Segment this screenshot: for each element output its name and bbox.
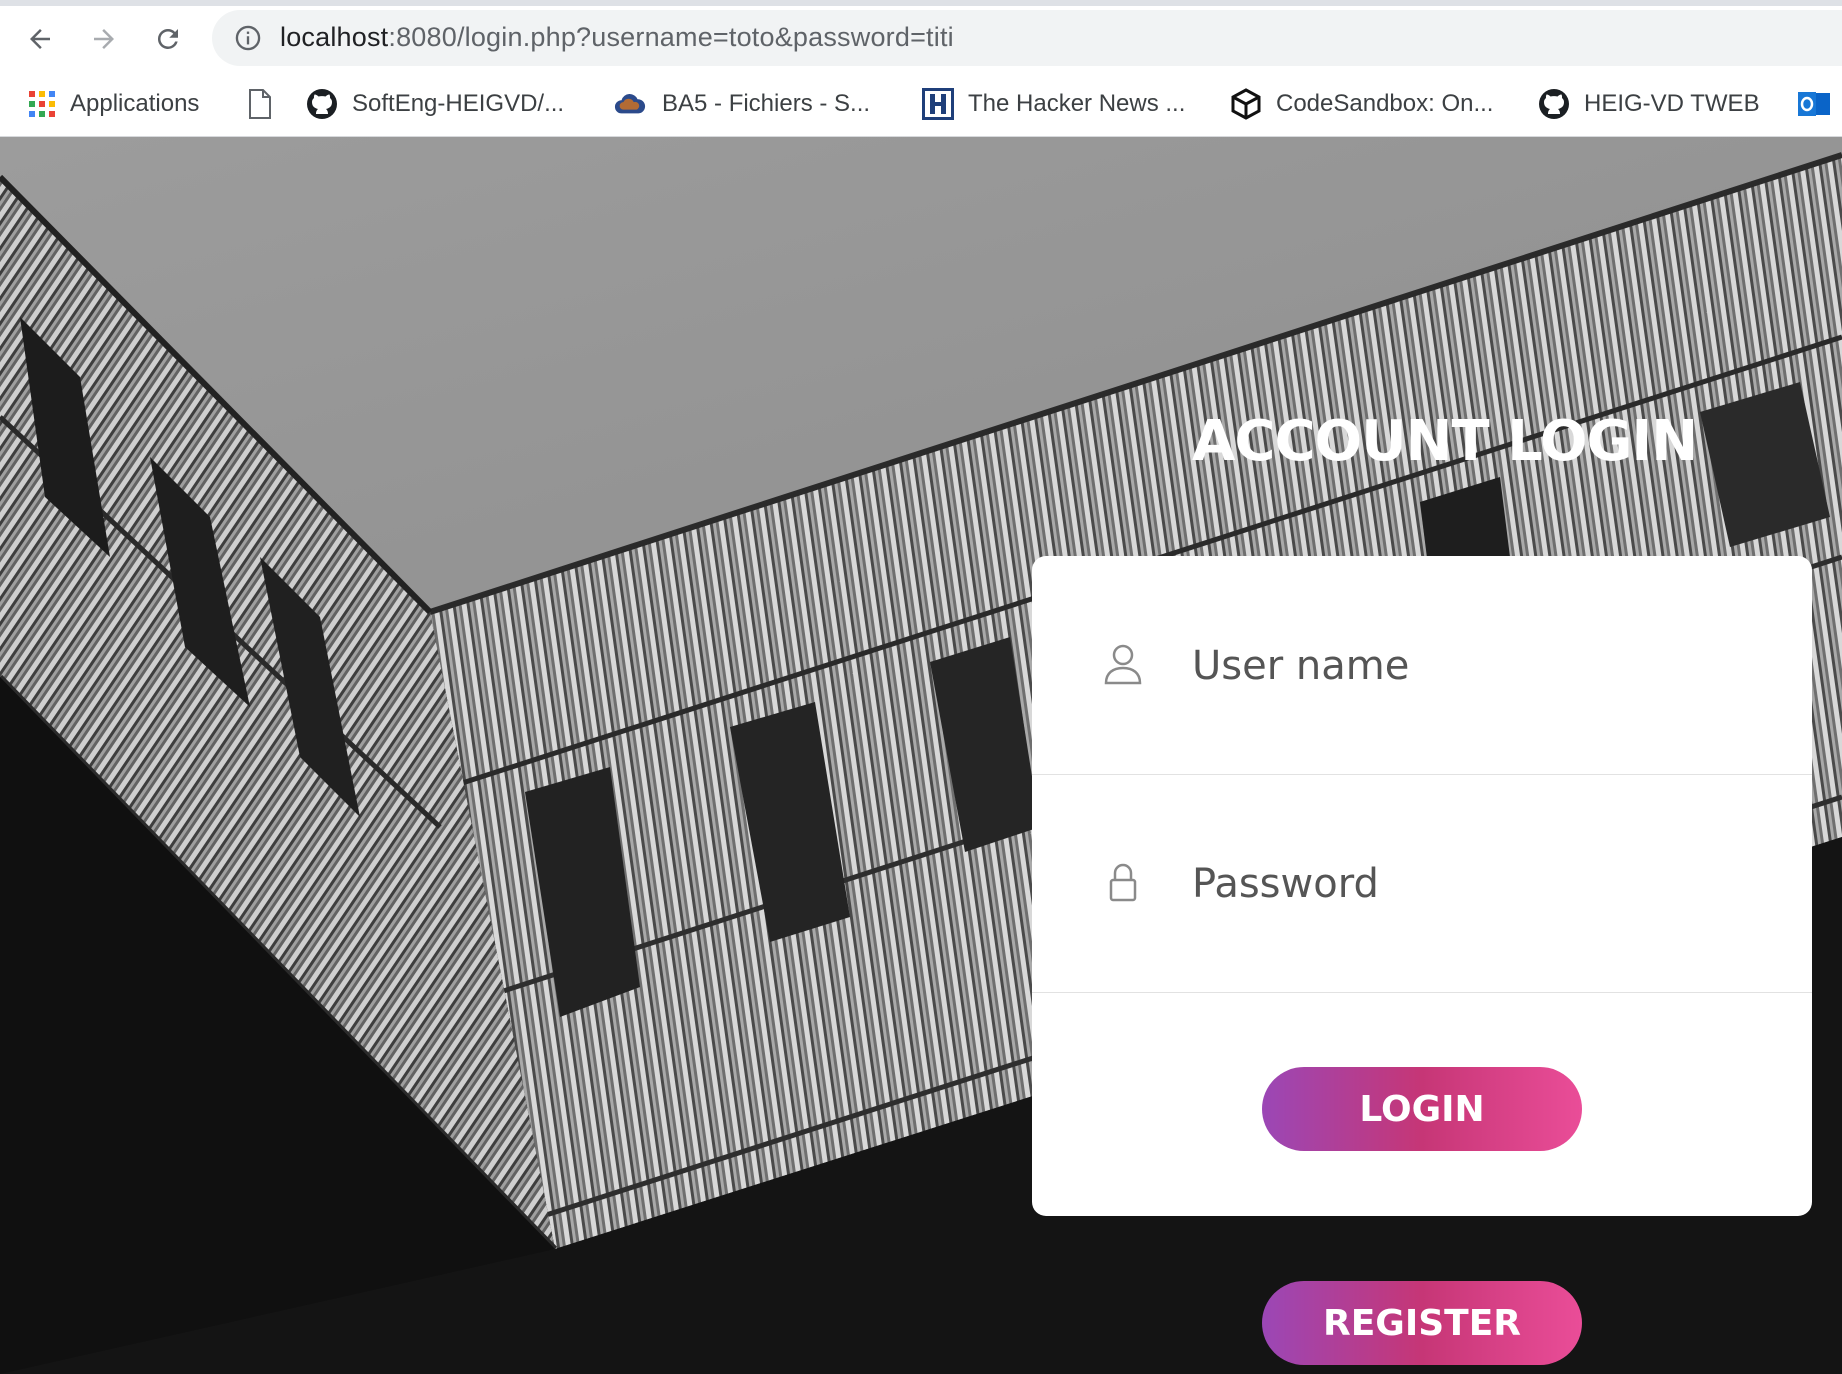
outlook-icon [1798, 88, 1830, 120]
hacker-news-icon [922, 88, 954, 120]
bookmark-label: BA5 - Fichiers - S... [662, 90, 871, 117]
arrow-left-icon [30, 29, 50, 49]
info-icon[interactable] [234, 24, 262, 52]
password-row [1032, 774, 1812, 993]
bookmark-label: CodeSandbox: On... [1276, 90, 1494, 117]
back-button[interactable] [22, 21, 58, 57]
username-row [1032, 556, 1812, 775]
bookmark-heig-vd-tweb[interactable]: HEIG-VD TWEB [1538, 84, 1760, 124]
apps-grid-icon [26, 88, 58, 120]
arrow-right-icon [94, 29, 114, 49]
bookmark-label: Applications [70, 90, 200, 117]
page-icon [244, 88, 276, 120]
login-card: LOGIN [1032, 556, 1812, 1216]
codesandbox-icon [1230, 88, 1262, 120]
register-button[interactable]: REGISTER [1262, 1281, 1582, 1365]
bookmark-ba5-fichiers[interactable]: BA5 - Fichiers - S... [614, 84, 870, 124]
bookmark-applications[interactable]: Applications [26, 84, 199, 124]
bookmark-page[interactable] [244, 84, 290, 124]
github-icon [306, 88, 338, 120]
browser-toolbar: localhost:8080/login.php?username=toto&p… [0, 6, 1842, 72]
bookmark-codesandbox[interactable]: CodeSandbox: On... [1230, 84, 1493, 124]
url-text[interactable]: localhost:8080/login.php?username=toto&p… [280, 22, 954, 53]
cloud-icon [614, 88, 646, 120]
bookmark-label: HEIG-VD TWEB [1584, 90, 1760, 117]
page-title: ACCOUNT LOGIN [1192, 409, 1698, 474]
user-icon [1104, 644, 1142, 685]
bookmark-softeng[interactable]: SoftEng-HEIGVD/... [306, 84, 564, 124]
url-host: localhost [280, 22, 389, 52]
page-content: ACCOUNT LOGIN LOGIN REGISTER [0, 137, 1842, 1374]
reload-icon [157, 28, 178, 49]
login-button[interactable]: LOGIN [1262, 1067, 1582, 1151]
lock-icon [1109, 863, 1137, 902]
bookmark-label: SoftEng-HEIGVD/... [352, 90, 565, 117]
github-icon [1538, 88, 1570, 120]
bookmarks-bar: Applications SoftEng-HEIGVD/... BA5 - Fi… [0, 72, 1842, 137]
bookmark-label: The Hacker News ... [968, 90, 1186, 117]
bookmark-hacker-news[interactable]: The Hacker News ... [922, 84, 1185, 124]
reload-button[interactable] [150, 21, 186, 57]
address-bar[interactable]: localhost:8080/login.php?username=toto&p… [212, 10, 1842, 66]
forward-button[interactable] [86, 21, 122, 57]
password-input[interactable] [1190, 838, 1774, 930]
url-path: :8080/login.php?username=toto&password=t… [388, 22, 954, 52]
bookmark-outlook[interactable] [1798, 84, 1842, 124]
username-input[interactable] [1190, 620, 1774, 712]
